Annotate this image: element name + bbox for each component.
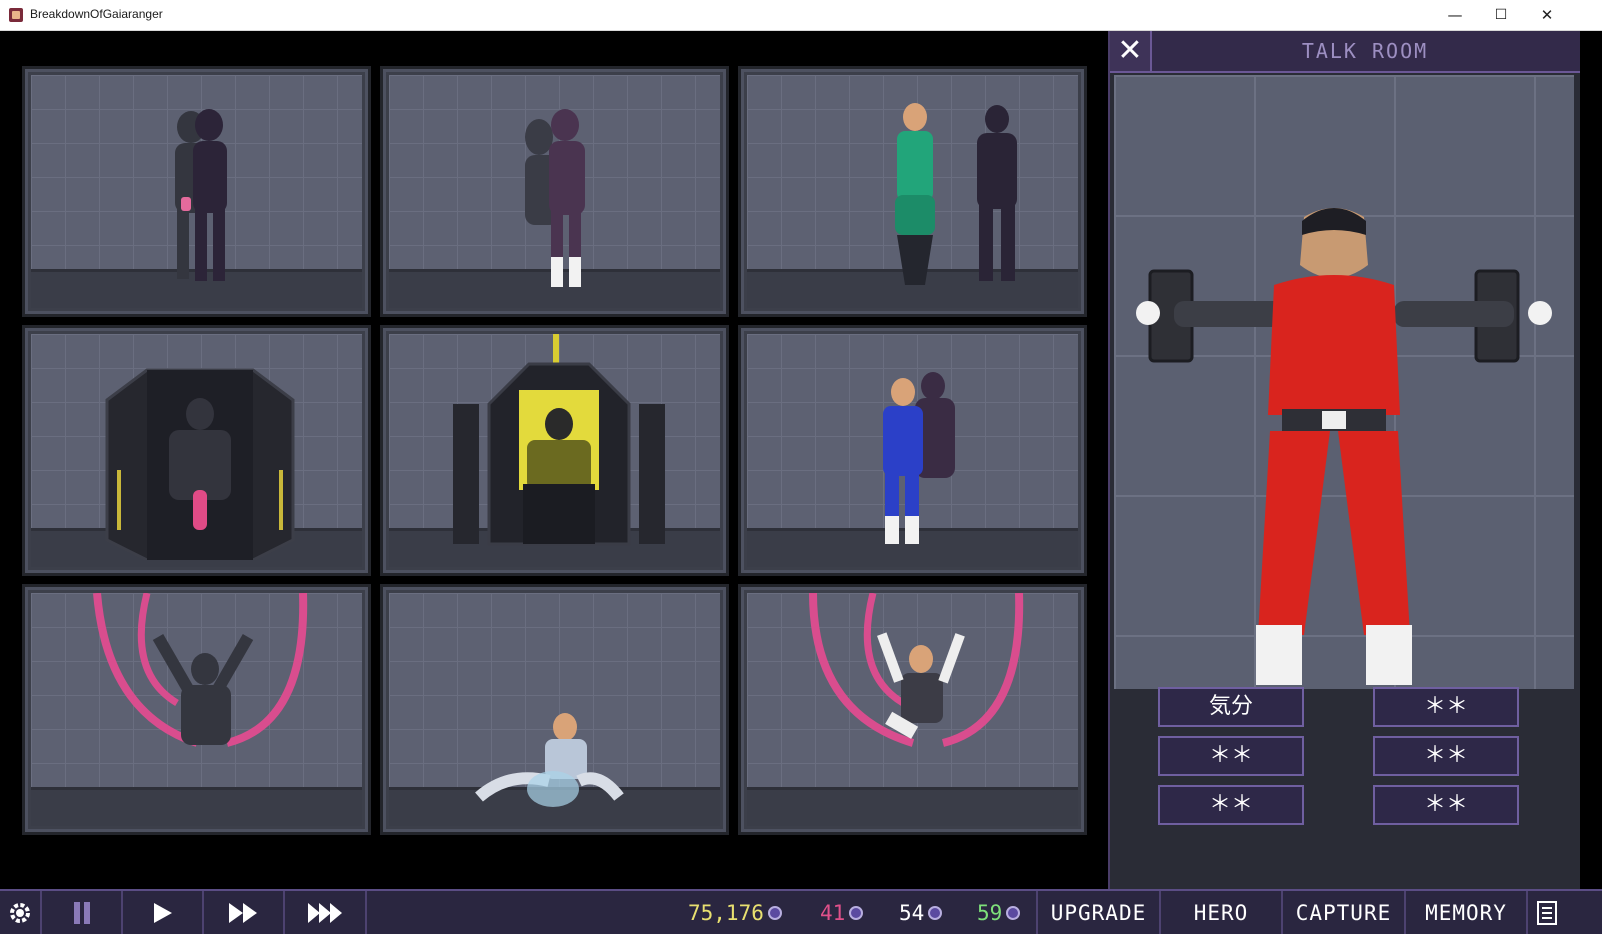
orb-icon bbox=[1006, 906, 1021, 920]
green-stat: 59 bbox=[977, 901, 1021, 925]
settings-button[interactable] bbox=[0, 891, 42, 934]
cell-room bbox=[31, 593, 362, 826]
fast-forward-icon bbox=[228, 902, 257, 923]
orb-icon bbox=[767, 906, 782, 920]
talk-room-panel: ✕ TALK ROOM 気分 ＊＊ ＊＊ ＊＊ ＊＊ ＊＊ bbox=[1108, 31, 1580, 889]
cell-room bbox=[31, 75, 362, 308]
containment-pod-machine bbox=[105, 368, 295, 560]
cell-2[interactable] bbox=[380, 66, 729, 317]
cell-room bbox=[389, 593, 720, 826]
cell-3[interactable] bbox=[738, 66, 1087, 317]
cell-room bbox=[747, 334, 1078, 567]
cell-room bbox=[747, 593, 1078, 826]
captive-figure-silhouette bbox=[525, 109, 585, 287]
maximize-button[interactable]: ☐ bbox=[1478, 0, 1524, 30]
stat-value: 75,176 bbox=[688, 901, 764, 925]
silver-hero-sitting-figure bbox=[475, 713, 624, 807]
orb-icon bbox=[849, 906, 864, 920]
talk-option-locked[interactable]: ＊＊ bbox=[1158, 785, 1304, 825]
currency-stat: 75,176 bbox=[688, 901, 782, 925]
fastest-forward-button[interactable] bbox=[285, 891, 367, 934]
fast-forward-button[interactable] bbox=[204, 891, 285, 934]
mind-control-chair-machine bbox=[453, 334, 665, 546]
hero-on-seat-figure bbox=[895, 103, 1017, 285]
log-button[interactable] bbox=[1526, 891, 1566, 934]
cell-7[interactable] bbox=[22, 584, 371, 835]
talk-option-mood[interactable]: 気分 bbox=[1158, 687, 1304, 727]
cell-8[interactable] bbox=[380, 584, 729, 835]
play-icon bbox=[153, 902, 172, 923]
cell-room bbox=[389, 75, 720, 308]
pause-icon bbox=[73, 901, 90, 924]
bottom-control-bar: 75,176 41 54 59 UPGRADE HERO CAPTURE MEM… bbox=[0, 889, 1602, 934]
window-titlebar: BreakdownOfGaiaranger — ☐ ✕ bbox=[0, 0, 1602, 31]
cell-grid bbox=[22, 66, 1112, 836]
cell-room bbox=[31, 334, 362, 567]
pause-button[interactable] bbox=[42, 891, 123, 934]
red-hero-portrait bbox=[1136, 208, 1552, 685]
cell-9[interactable] bbox=[738, 584, 1087, 835]
stat-value: 54 bbox=[899, 901, 925, 925]
cell-room bbox=[747, 75, 1078, 308]
orb-icon bbox=[928, 906, 943, 920]
cell-6[interactable] bbox=[738, 325, 1087, 576]
captive-figure-silhouette bbox=[175, 109, 227, 281]
fastest-forward-icon bbox=[308, 902, 342, 923]
stat-value: 41 bbox=[820, 901, 846, 925]
blue-hero-captured-figure bbox=[883, 372, 955, 544]
talk-option-locked[interactable]: ＊＊ bbox=[1373, 687, 1519, 727]
memory-button[interactable]: MEMORY bbox=[1404, 891, 1526, 934]
window-close-button[interactable]: ✕ bbox=[1524, 0, 1570, 30]
white-stat: 54 bbox=[899, 901, 943, 925]
tentacle-trap-silhouette bbox=[93, 593, 308, 747]
game-area: ✕ TALK ROOM 気分 ＊＊ ＊＊ ＊＊ ＊＊ ＊＊ 75,176 41 … bbox=[0, 31, 1602, 934]
talk-room-title: TALK ROOM bbox=[1301, 39, 1429, 63]
hero-portrait-area bbox=[1114, 75, 1574, 689]
talk-room-header: ✕ TALK ROOM bbox=[1110, 31, 1580, 73]
stat-value: 59 bbox=[977, 901, 1003, 925]
pink-stat: 41 bbox=[820, 901, 864, 925]
window-title: BreakdownOfGaiaranger bbox=[30, 7, 163, 21]
app-icon bbox=[9, 8, 23, 22]
gear-icon bbox=[10, 902, 30, 923]
hero-button[interactable]: HERO bbox=[1159, 891, 1281, 934]
log-icon bbox=[1537, 900, 1557, 925]
cell-4[interactable] bbox=[22, 325, 371, 576]
upgrade-button[interactable]: UPGRADE bbox=[1036, 891, 1159, 934]
talk-option-locked[interactable]: ＊＊ bbox=[1373, 736, 1519, 776]
cell-5[interactable] bbox=[380, 325, 729, 576]
cell-1[interactable] bbox=[22, 66, 371, 317]
minimize-button[interactable]: — bbox=[1432, 0, 1478, 30]
play-button[interactable] bbox=[123, 891, 204, 934]
talk-option-locked[interactable]: ＊＊ bbox=[1158, 736, 1304, 776]
talk-option-locked[interactable]: ＊＊ bbox=[1373, 785, 1519, 825]
close-talk-room-button[interactable]: ✕ bbox=[1110, 31, 1152, 71]
tentacle-trap-hero bbox=[809, 593, 1024, 747]
cell-room bbox=[389, 334, 720, 567]
capture-button[interactable]: CAPTURE bbox=[1281, 891, 1404, 934]
